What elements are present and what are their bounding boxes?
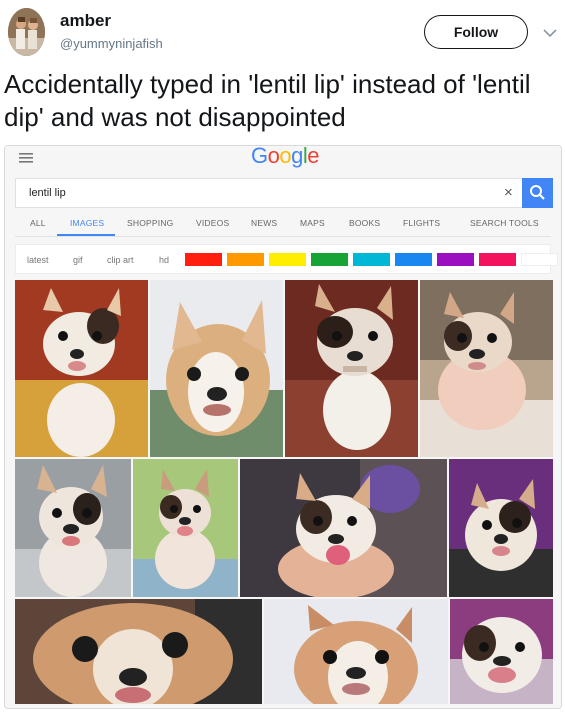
image-result	[15, 280, 148, 457]
color-swatch-green	[311, 253, 348, 266]
filter-latest: latest	[27, 255, 49, 265]
tab-all: ALL	[30, 218, 46, 228]
hamburger-icon	[19, 151, 33, 169]
image-result	[133, 459, 238, 597]
color-swatch-white	[521, 253, 558, 266]
tab-books: BOOKS	[349, 218, 381, 228]
color-swatch-pink	[479, 253, 516, 266]
chevron-down-icon[interactable]	[543, 25, 557, 43]
google-screenshot: Google lentil lip × ALL IMAGES SHOPPING …	[4, 145, 562, 709]
close-icon: ×	[504, 184, 513, 201]
search-tabs: ALL IMAGES SHOPPING VIDEOS NEWS MAPS BOO…	[15, 210, 551, 237]
color-swatch-purple	[437, 253, 474, 266]
follow-button[interactable]: Follow	[424, 15, 528, 49]
tweet-text: Accidentally typed in 'lentil lip' inste…	[4, 69, 531, 132]
image-result	[264, 599, 448, 704]
tab-flights: FLIGHTS	[403, 218, 441, 228]
filter-clip-art: clip art	[107, 255, 134, 265]
filter-hd: hd	[159, 255, 170, 265]
tabs-divider	[15, 236, 551, 237]
image-result	[240, 459, 447, 597]
image-result	[449, 459, 553, 597]
tab-maps: MAPS	[300, 218, 325, 228]
google-logo: Google	[251, 145, 320, 168]
author-name[interactable]: amber	[60, 11, 111, 31]
tab-videos: VIDEOS	[196, 218, 230, 228]
image-result	[285, 280, 418, 457]
color-swatch-yellow	[269, 253, 306, 266]
tab-images: IMAGES	[70, 218, 105, 228]
image-result	[420, 280, 553, 457]
search-icon	[530, 185, 545, 200]
filter-gif: gif	[73, 255, 83, 265]
avatar[interactable]	[8, 8, 45, 56]
color-swatch-red	[185, 253, 222, 266]
image-results-grid	[15, 280, 553, 704]
image-result	[15, 599, 262, 704]
author-handle[interactable]: @yummyninjafish	[60, 36, 163, 51]
search-query: lentil lip	[29, 187, 66, 199]
image-result	[15, 459, 131, 597]
image-filters: latest gif clip art hd	[15, 244, 558, 274]
search-button	[522, 178, 553, 208]
color-swatch-blue	[395, 253, 432, 266]
color-swatch-teal	[353, 253, 390, 266]
image-result	[450, 599, 553, 704]
tab-search-tools: SEARCH TOOLS	[470, 218, 539, 228]
google-top-bar: Google	[5, 146, 561, 174]
search-input: lentil lip ×	[15, 178, 553, 208]
tab-shopping: SHOPPING	[127, 218, 174, 228]
image-result	[150, 280, 283, 457]
color-swatch-orange	[227, 253, 264, 266]
tab-news: NEWS	[251, 218, 278, 228]
